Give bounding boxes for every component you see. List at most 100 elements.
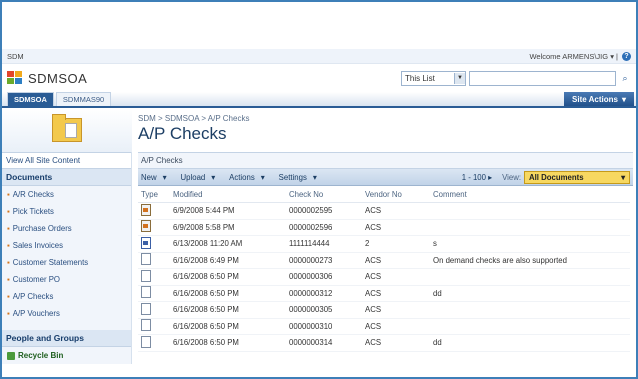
comment-cell [430, 219, 630, 236]
tab-sdmsoa[interactable]: SDMSOA [7, 92, 54, 106]
folder-icon [52, 114, 82, 142]
tab-sdmmas90[interactable]: SDMMAS90 [55, 92, 112, 106]
document-icon[interactable] [141, 269, 151, 282]
document-icon[interactable] [141, 335, 151, 348]
comment-cell [430, 202, 630, 220]
chevron-down-icon: ▼ [454, 72, 465, 84]
modified-cell: 6/9/2008 5:44 PM [170, 202, 286, 220]
nav-customer-po[interactable]: ▪ Customer PO [2, 271, 131, 288]
type-cell [138, 301, 170, 319]
vendor-no-cell: ACS [362, 268, 430, 286]
recycle-bin-icon [7, 351, 15, 360]
excel-file-icon[interactable] [141, 220, 151, 233]
type-cell [138, 334, 170, 352]
documents-heading[interactable]: Documents [2, 169, 131, 186]
document-icon[interactable] [141, 286, 151, 299]
nav-sales-invoices[interactable]: ▪ Sales Invoices [2, 237, 131, 254]
check-no-cell: 0000002596 [286, 219, 362, 236]
column-header-comment[interactable]: Comment [430, 186, 630, 203]
table-row[interactable]: 6/16/2008 6:49 PM 0000000273 ACS On demand … [138, 252, 630, 269]
welcome-menu[interactable]: Welcome ARMENS\JIG ▾ | [529, 52, 618, 61]
check-no-cell: 0000000305 [286, 301, 362, 319]
modified-cell: 6/16/2008 6:50 PM [170, 301, 286, 319]
nav-ap-checks[interactable]: ▪ A/P Checks [2, 288, 131, 305]
modified-cell: 6/9/2008 5:58 PM [170, 219, 286, 236]
sharepoint-window: SDM Welcome ARMENS\JIG ▾ | ? SDMSOA This… [0, 0, 638, 379]
table-row[interactable]: 6/9/2008 5:58 PM 0000002596 ACS [138, 219, 630, 236]
modified-cell: 6/16/2008 6:50 PM [170, 334, 286, 352]
table-row[interactable]: 6/9/2008 5:44 PM 0000002595 ACS [138, 202, 630, 220]
view-all-site-content-link[interactable]: View All Site Content [2, 152, 131, 169]
column-header-vendor-no[interactable]: Vendor No [362, 186, 430, 203]
table-row[interactable]: 6/16/2008 6:50 PM 0000000312 ACS dd [138, 285, 630, 302]
vendor-no-cell: 2 [362, 235, 430, 253]
comment-cell [430, 301, 630, 319]
modified-cell: 6/16/2008 6:49 PM [170, 252, 286, 269]
search-icon[interactable]: ⌕ [619, 72, 631, 85]
site-actions-button[interactable]: Site Actions ▾ [564, 92, 634, 106]
comment-cell: dd [430, 285, 630, 302]
chevron-down-icon: ▾ [621, 94, 626, 104]
settings-menu-button[interactable]: Settings ▾ [279, 173, 317, 182]
quick-launch: View All Site Content Documents ▪ A/R Che… [2, 152, 132, 364]
table-row[interactable]: 6/16/2008 6:50 PM 0000000314 ACS dd [138, 334, 630, 352]
nav-purchase-orders[interactable]: ▪ Purchase Orders [2, 220, 131, 237]
people-and-groups-heading[interactable]: People and Groups [2, 330, 131, 347]
comment-cell [430, 318, 630, 335]
nav-ap-vouchers[interactable]: ▪ A/P Vouchers [2, 305, 131, 322]
page-title: A/P Checks [138, 124, 227, 143]
search-scope-select[interactable]: This List ▼ [401, 70, 466, 86]
search-input[interactable] [469, 70, 616, 86]
vendor-no-cell: ACS [362, 219, 430, 236]
word-file-icon[interactable] [141, 236, 151, 249]
modified-cell: 6/16/2008 6:50 PM [170, 318, 286, 335]
check-no-cell: 0000000312 [286, 285, 362, 302]
table-row[interactable]: 6/16/2008 6:50 PM 0000000306 ACS [138, 268, 630, 286]
actions-menu-button[interactable]: Actions ▾ [229, 173, 265, 182]
nav-customer-statements[interactable]: ▪ Customer Statements [2, 254, 131, 271]
nav-pick-tickets[interactable]: ▪ Pick Tickets [2, 203, 131, 220]
table-header-row: Type Modified Check No Vendor No Comment [138, 186, 630, 203]
breadcrumb[interactable]: SDM > SDMSOA > A/P Checks [138, 114, 636, 123]
site-title[interactable]: SDMSOA [28, 71, 87, 86]
paging-control[interactable]: 1 - 100 ▸ [462, 173, 492, 182]
document-table: Type Modified Check No Vendor No Comment… [138, 186, 630, 352]
table-row[interactable]: 6/16/2008 6:50 PM 0000000310 ACS [138, 318, 630, 335]
type-cell [138, 235, 170, 253]
help-icon[interactable]: ? [622, 51, 631, 61]
list-toolbar: New ▾ Upload ▾ Actions ▾ Settings ▾ 1 - 100 … [138, 169, 633, 186]
view-select[interactable]: All Documents ▾ [524, 170, 630, 184]
table-row[interactable]: 6/13/2008 11:20 AM 1111114444 2 s [138, 235, 630, 253]
check-no-cell: 0000000310 [286, 318, 362, 335]
column-header-check-no[interactable]: Check No [286, 186, 362, 203]
check-no-cell: 1111114444 [286, 235, 362, 253]
list-caption: A/P Checks [138, 152, 633, 169]
site-header: SDMSOA This List ▼ ⌕ [2, 64, 636, 92]
comment-cell: On demand checks are also supported [430, 252, 630, 269]
vendor-no-cell: ACS [362, 318, 430, 335]
modified-cell: 6/13/2008 11:20 AM [170, 235, 286, 253]
top-bar: SDM Welcome ARMENS\JIG ▾ | ? [2, 49, 636, 64]
excel-file-icon[interactable] [141, 203, 151, 216]
modified-cell: 6/16/2008 6:50 PM [170, 285, 286, 302]
recycle-bin-link[interactable]: Recycle Bin [2, 347, 131, 364]
check-no-cell: 0000002595 [286, 202, 362, 220]
view-label: View: [502, 172, 521, 182]
upload-menu-button[interactable]: Upload ▾ [181, 173, 216, 182]
document-icon[interactable] [141, 253, 151, 266]
type-cell [138, 318, 170, 335]
main-content: SDM > SDMSOA > A/P Checks A/P Checks A/P… [132, 108, 636, 364]
type-cell [138, 268, 170, 286]
page-icon-area [2, 108, 132, 152]
document-icon[interactable] [141, 319, 151, 332]
table-row[interactable]: 6/16/2008 6:50 PM 0000000305 ACS [138, 301, 630, 319]
column-header-type[interactable]: Type [138, 186, 170, 203]
document-icon[interactable] [141, 302, 151, 315]
type-cell [138, 219, 170, 236]
site-link[interactable]: SDM [7, 52, 24, 61]
nav-ar-checks[interactable]: ▪ A/R Checks [2, 186, 131, 203]
vendor-no-cell: ACS [362, 252, 430, 269]
type-cell [138, 252, 170, 269]
new-menu-button[interactable]: New ▾ [141, 173, 167, 182]
column-header-modified[interactable]: Modified [170, 186, 286, 203]
